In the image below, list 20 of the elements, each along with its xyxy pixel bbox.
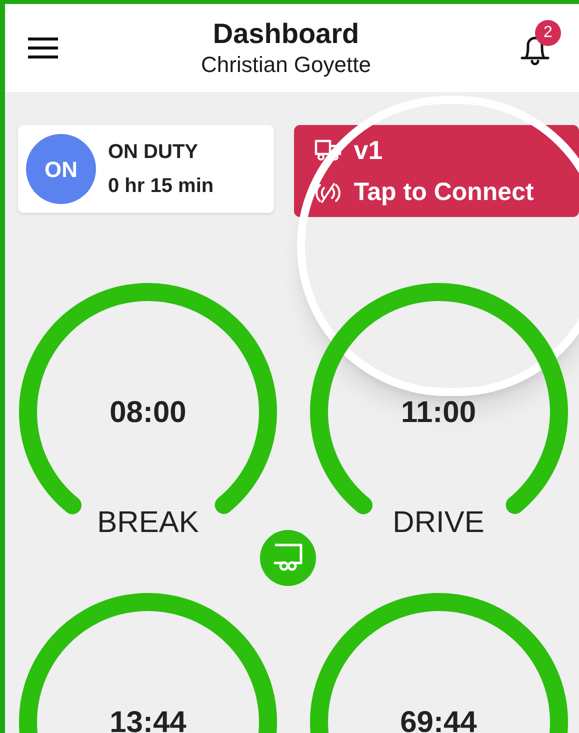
- timer-label: BREAK: [96, 505, 200, 541]
- notification-count: 2: [535, 20, 561, 46]
- vehicle-name: v1: [354, 134, 383, 167]
- timer-label: DRIVE: [392, 505, 486, 541]
- remaining-time: 13:44: [110, 704, 186, 733]
- duty-status: ON DUTY: [108, 140, 199, 165]
- page-title: Dashboard: [212, 17, 360, 51]
- remaining-time: 69:44: [400, 704, 477, 733]
- driver-name: Christian Goyette: [201, 51, 371, 79]
- menu-icon: [28, 37, 58, 59]
- vehicle-connect-card[interactable]: v1 Tap to Connect: [294, 125, 579, 217]
- connect-prompt: Tap to Connect: [354, 176, 534, 208]
- remaining-time: 11:00: [400, 394, 476, 430]
- trailer-icon: [271, 543, 305, 573]
- signal-off-icon: [314, 180, 342, 204]
- remaining-time: 08:00: [110, 394, 186, 430]
- duty-duration: 0 hr 15 min: [108, 174, 214, 199]
- duty-status-badge: ON: [26, 134, 96, 204]
- duty-status-card[interactable]: ON ON DUTY 0 hr 15 min: [18, 125, 274, 213]
- truck-icon: [314, 138, 342, 162]
